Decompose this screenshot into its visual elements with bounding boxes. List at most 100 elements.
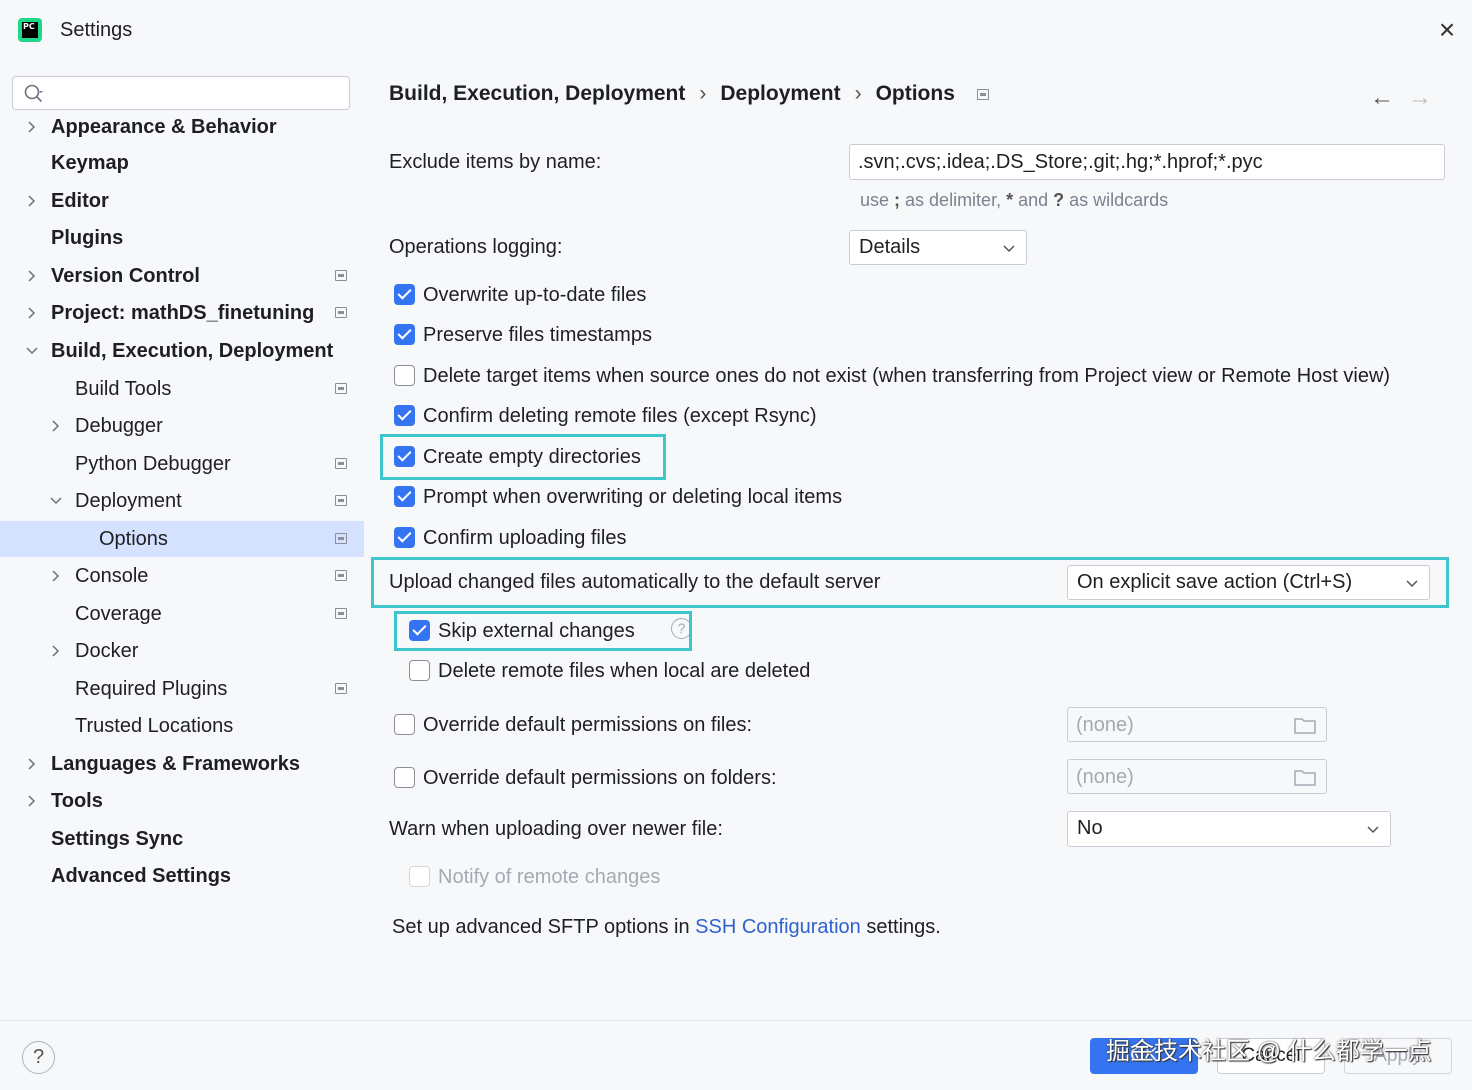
sidebar-item-label: Build Tools (75, 378, 172, 400)
chevron-right-icon[interactable] (49, 644, 63, 658)
exclude-items-field[interactable]: .svn;.cvs;.idea;.DS_Store;.git;.hg;*.hpr… (849, 144, 1445, 180)
checkbox-create-empty-directories[interactable]: Create empty directories (394, 443, 1454, 473)
chevron-down-icon (1367, 826, 1379, 834)
checkbox-prompt-when-overwriting-or-deleting-loca[interactable]: Prompt when overwriting or deleting loca… (394, 483, 1454, 513)
checkbox-icon (409, 620, 430, 641)
chevron-right-icon[interactable] (25, 306, 39, 320)
notify-remote-changes-checkbox: Notify of remote changes (409, 863, 809, 893)
back-arrow-icon[interactable]: ← (1370, 84, 1394, 112)
chevron-right-icon[interactable] (25, 120, 39, 134)
sidebar-item-settings-sync[interactable]: Settings Sync (0, 821, 364, 857)
checkbox-confirm-deleting-remote-files-except-rsy[interactable]: Confirm deleting remote files (except Rs… (394, 402, 1454, 432)
project-level-icon (335, 570, 347, 581)
close-icon[interactable]: × (1434, 16, 1460, 44)
chevron-right-icon[interactable] (25, 194, 39, 208)
help-icon[interactable]: ? (671, 618, 692, 639)
breadcrumb-item[interactable]: Build, Execution, Deployment (389, 82, 685, 105)
checkbox-icon (394, 527, 415, 548)
sidebar-item-label: Version Control (51, 265, 200, 287)
sftp-note: Set up advanced SFTP options in SSH Conf… (392, 916, 941, 938)
project-level-icon (335, 495, 347, 506)
sidebar-item-debugger[interactable]: Debugger (0, 408, 364, 444)
chevron-right-icon[interactable] (49, 569, 63, 583)
sidebar-item-options[interactable]: Options (0, 521, 364, 557)
ssh-configuration-link[interactable]: SSH Configuration (695, 916, 861, 938)
exclude-items-label: Exclude items by name: (389, 151, 602, 173)
sidebar-item-python-debugger[interactable]: Python Debugger (0, 446, 364, 482)
upload-automatically-select[interactable]: On explicit save action (Ctrl+S) (1067, 565, 1430, 600)
sidebar-item-appearance-behavior[interactable]: Appearance & Behavior (0, 109, 364, 145)
sidebar-item-label: Deployment (75, 490, 182, 512)
sidebar-item-label: Appearance & Behavior (51, 116, 277, 138)
sidebar-item-languages-frameworks[interactable]: Languages & Frameworks (0, 746, 364, 782)
checkbox-overwrite-up-to-date-files[interactable]: Overwrite up-to-date files (394, 281, 1454, 311)
folder-permissions-field: (none) (1067, 759, 1327, 794)
folder-icon (1294, 718, 1316, 734)
chevron-down-icon[interactable] (25, 344, 39, 358)
sidebar-item-label: Options (99, 528, 168, 550)
sidebar-item-keymap[interactable]: Keymap (0, 145, 364, 181)
delete-remote-files-checkbox[interactable]: Delete remote files when local are delet… (409, 657, 909, 687)
chevron-down-icon[interactable] (49, 494, 63, 508)
project-level-icon (335, 533, 347, 544)
breadcrumb: Build, Execution, Deployment › Deployment ›… (389, 82, 989, 106)
forward-arrow-icon: → (1408, 84, 1432, 111)
checkbox-preserve-files-timestamps[interactable]: Preserve files timestamps (394, 321, 1454, 351)
chevron-right-icon[interactable] (25, 269, 39, 283)
sidebar-item-plugins[interactable]: Plugins (0, 220, 364, 256)
sidebar-item-label: Trusted Locations (75, 715, 234, 737)
sidebar-item-build-execution-deployment[interactable]: Build, Execution, Deployment (0, 333, 364, 369)
sidebar-item-project-mathds-finetuning[interactable]: Project: mathDS_finetuning (0, 295, 364, 331)
checkbox-icon (394, 284, 415, 305)
sidebar-item-required-plugins[interactable]: Required Plugins (0, 671, 364, 707)
sidebar-item-advanced-settings[interactable]: Advanced Settings (0, 858, 364, 894)
skip-external-changes-checkbox[interactable]: Skip external changes ? (409, 617, 709, 647)
help-button[interactable]: ? (22, 1041, 55, 1074)
sidebar-item-label: Python Debugger (75, 453, 231, 475)
sidebar-item-label: Docker (75, 640, 139, 662)
sidebar-item-build-tools[interactable]: Build Tools (0, 371, 364, 407)
checkbox-icon (394, 486, 415, 507)
checkbox-icon (394, 324, 415, 345)
checkbox-confirm-uploading-files[interactable]: Confirm uploading files (394, 524, 1454, 554)
sidebar-item-coverage[interactable]: Coverage (0, 596, 364, 632)
sidebar-item-label: Editor (51, 190, 109, 212)
override-file-permissions-checkbox[interactable]: Override default permissions on files: (394, 711, 894, 741)
sidebar-item-label: Console (75, 565, 149, 587)
sidebar-item-docker[interactable]: Docker (0, 633, 364, 669)
breadcrumb-separator: › (854, 82, 862, 105)
chevron-right-icon[interactable] (25, 794, 39, 808)
checkbox-delete-target-items-when-source-ones-do-[interactable]: Delete target items when source ones do … (394, 362, 1454, 392)
project-level-icon (335, 307, 347, 318)
sidebar-item-deployment[interactable]: Deployment (0, 483, 364, 519)
operations-logging-select[interactable]: Details (849, 230, 1027, 265)
override-folder-permissions-checkbox[interactable]: Override default permissions on folders: (394, 764, 894, 794)
exclude-items-hint: use ; as delimiter, * and ? as wildcards (860, 190, 1169, 210)
project-level-icon (976, 88, 989, 100)
breadcrumb-item[interactable]: Deployment (720, 82, 840, 105)
warn-newer-file-select[interactable]: No (1067, 811, 1391, 847)
sidebar-item-console[interactable]: Console (0, 558, 364, 594)
sidebar-item-tools[interactable]: Tools (0, 783, 364, 819)
watermark: 掘金技术社区 @ 什么都学一点 (1106, 1038, 1432, 1065)
settings-content: Build, Execution, Deployment › Deployment ›… (364, 60, 1472, 1020)
settings-sidebar: Appearance & Behavior Keymap Editor Plugins… (0, 60, 364, 1020)
checkbox-icon (394, 365, 415, 386)
sidebar-item-label: Keymap (51, 152, 129, 174)
checkbox-icon (394, 714, 415, 735)
sidebar-item-editor[interactable]: Editor (0, 183, 364, 219)
sidebar-item-label: Advanced Settings (51, 865, 232, 887)
search-input[interactable] (12, 76, 350, 110)
sidebar-item-label: Tools (51, 790, 103, 812)
chevron-right-icon[interactable] (49, 419, 63, 433)
folder-icon (1294, 770, 1316, 786)
project-level-icon (335, 608, 347, 619)
chevron-right-icon[interactable] (25, 757, 39, 771)
sidebar-item-version-control[interactable]: Version Control (0, 258, 364, 294)
sidebar-item-trusted-locations[interactable]: Trusted Locations (0, 708, 364, 744)
dialog-footer: ? OK Cancel Apply 掘金技术社区 @ 什么都学一点 (0, 1020, 1472, 1090)
checkbox-icon (394, 767, 415, 788)
pycharm-logo-icon: PC (18, 18, 42, 42)
checkbox-icon (409, 660, 430, 681)
chevron-down-icon (1406, 580, 1418, 588)
